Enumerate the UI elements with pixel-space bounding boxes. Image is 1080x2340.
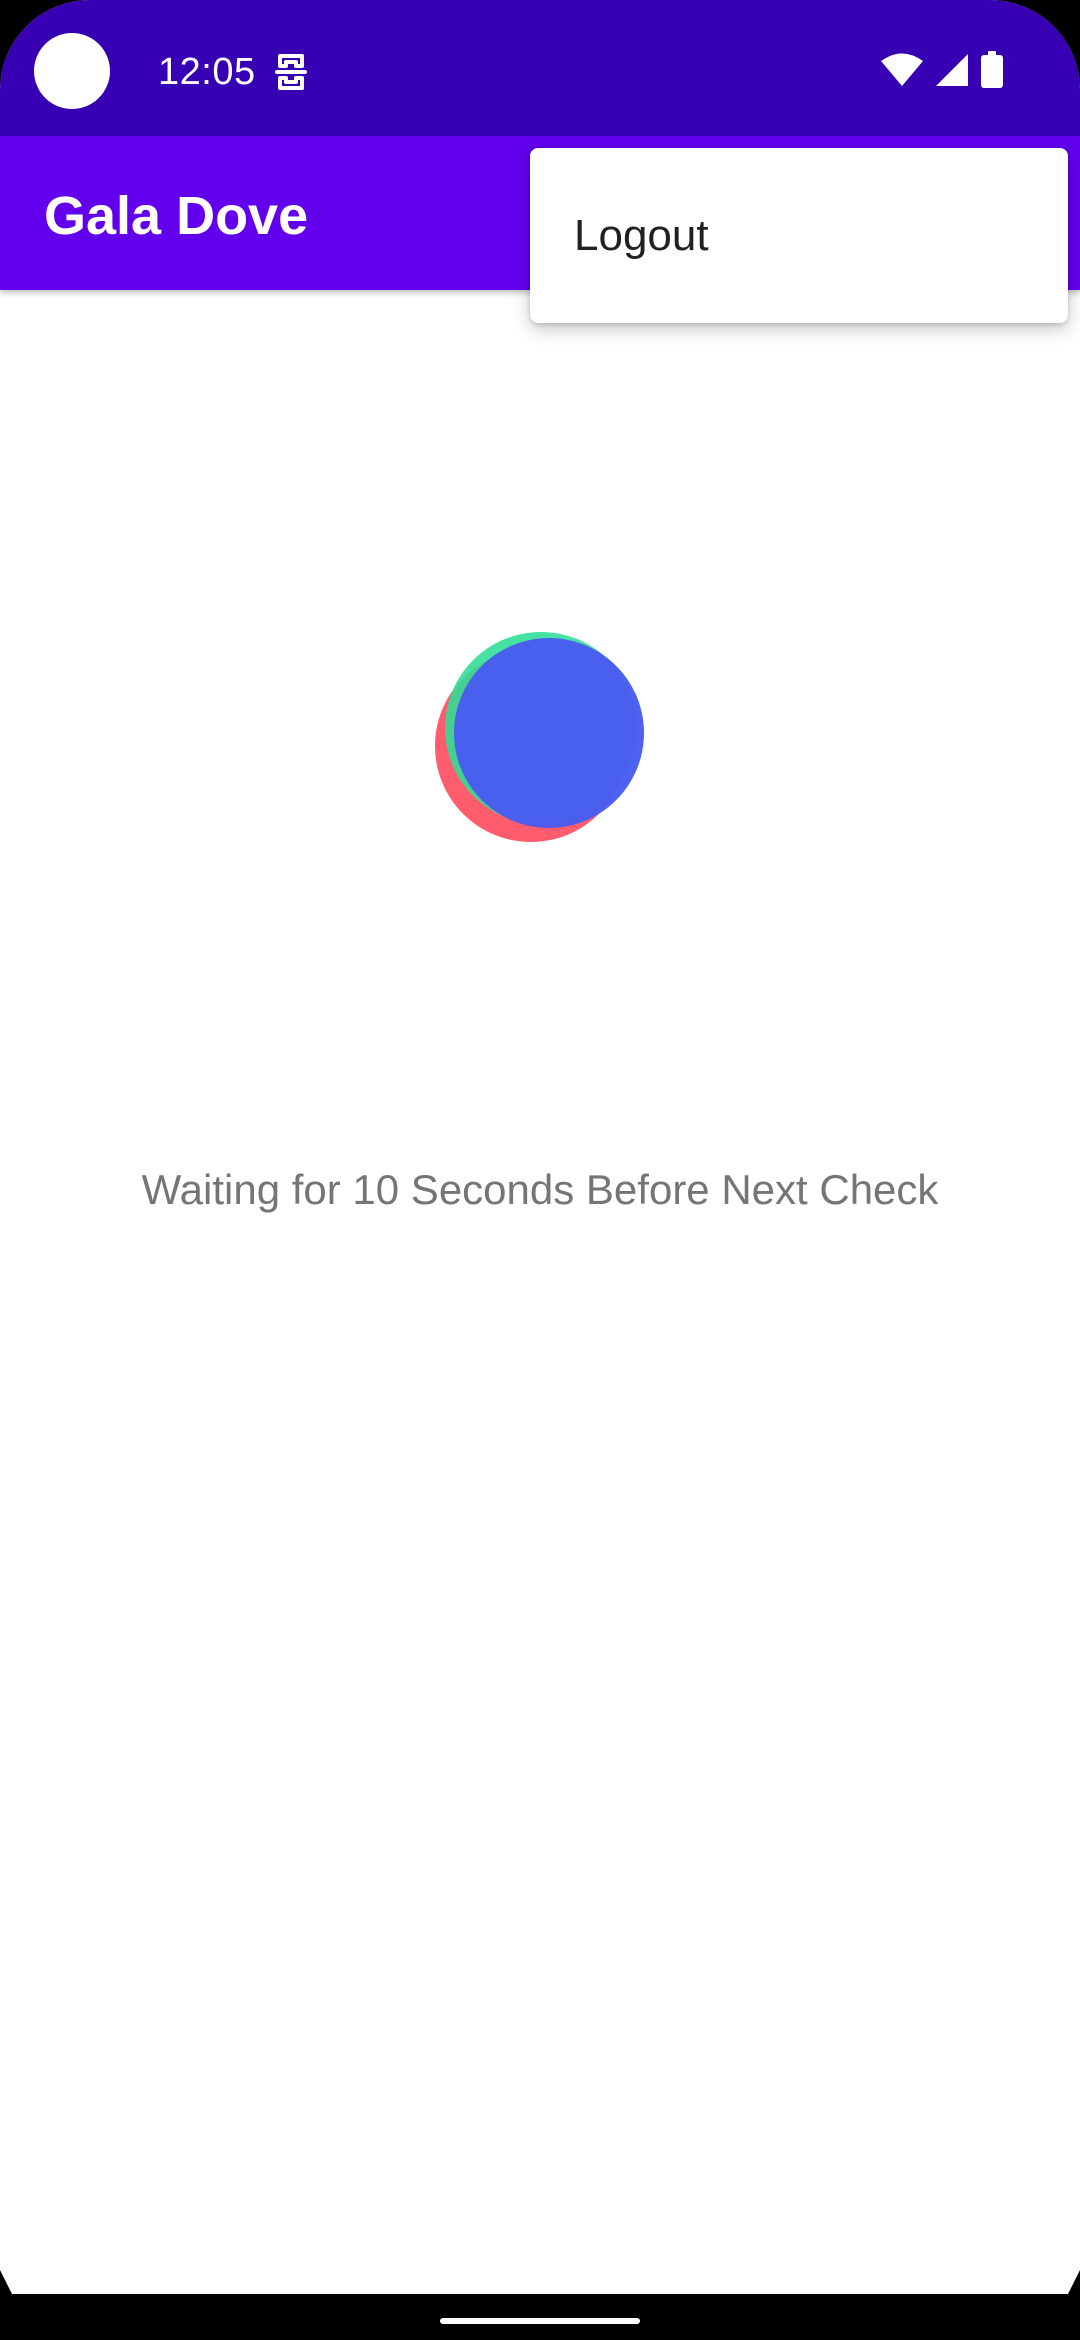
loading-spinner-icon: [425, 618, 665, 858]
navigation-bar: [0, 2294, 1080, 2340]
status-time: 12:05: [158, 51, 256, 93]
logout-menu-item[interactable]: Logout: [530, 148, 1068, 323]
loader-dot-blue: [454, 638, 644, 828]
status-bar: 12:05: [0, 0, 1080, 136]
cell-signal-icon: [934, 52, 970, 93]
status-message: Waiting for 10 Seconds Before Next Check: [141, 1166, 939, 1213]
logout-label: Logout: [574, 210, 709, 260]
status-icons: [880, 50, 1004, 94]
wifi-icon: [880, 52, 924, 93]
overflow-menu: Logout: [530, 148, 1068, 323]
app-screen: 12:05 Gala Dove Logout Waiting for 10 Se…: [0, 0, 1080, 2340]
battery-icon: [980, 50, 1004, 94]
app-title: Gala Dove: [44, 186, 309, 246]
camera-cutout: [34, 33, 110, 109]
home-gesture-handle[interactable]: [440, 2318, 640, 2324]
notification-glyph-icon: [274, 52, 308, 92]
